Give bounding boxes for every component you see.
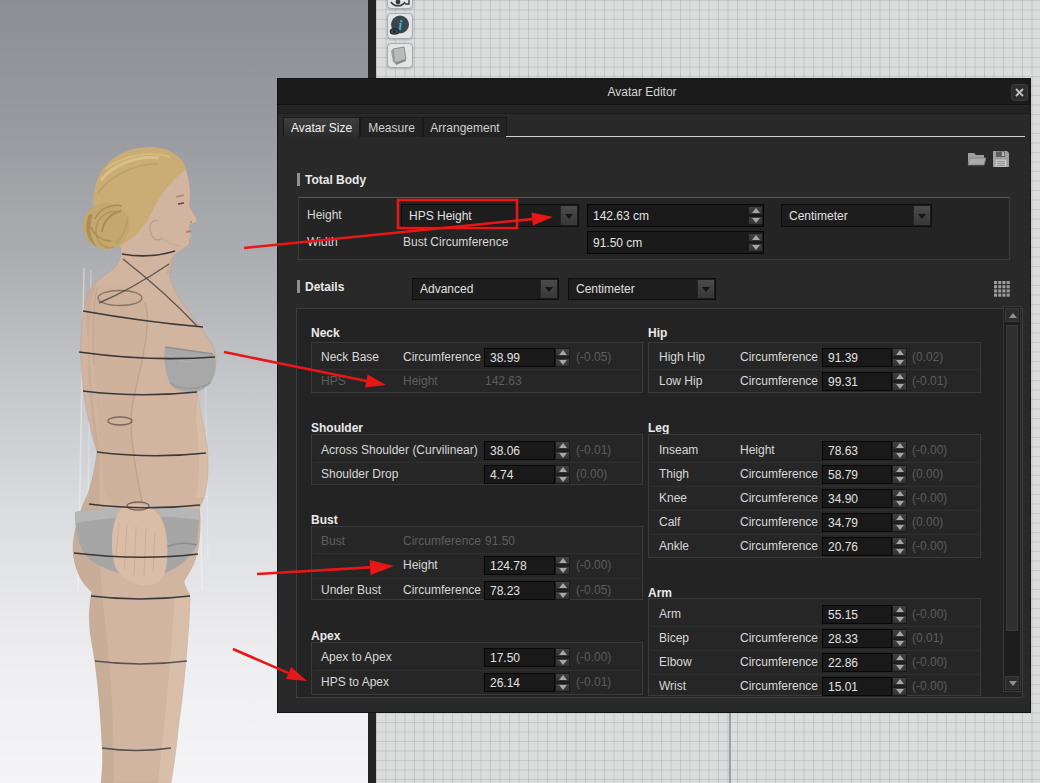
svg-text:i: i [399,18,403,33]
